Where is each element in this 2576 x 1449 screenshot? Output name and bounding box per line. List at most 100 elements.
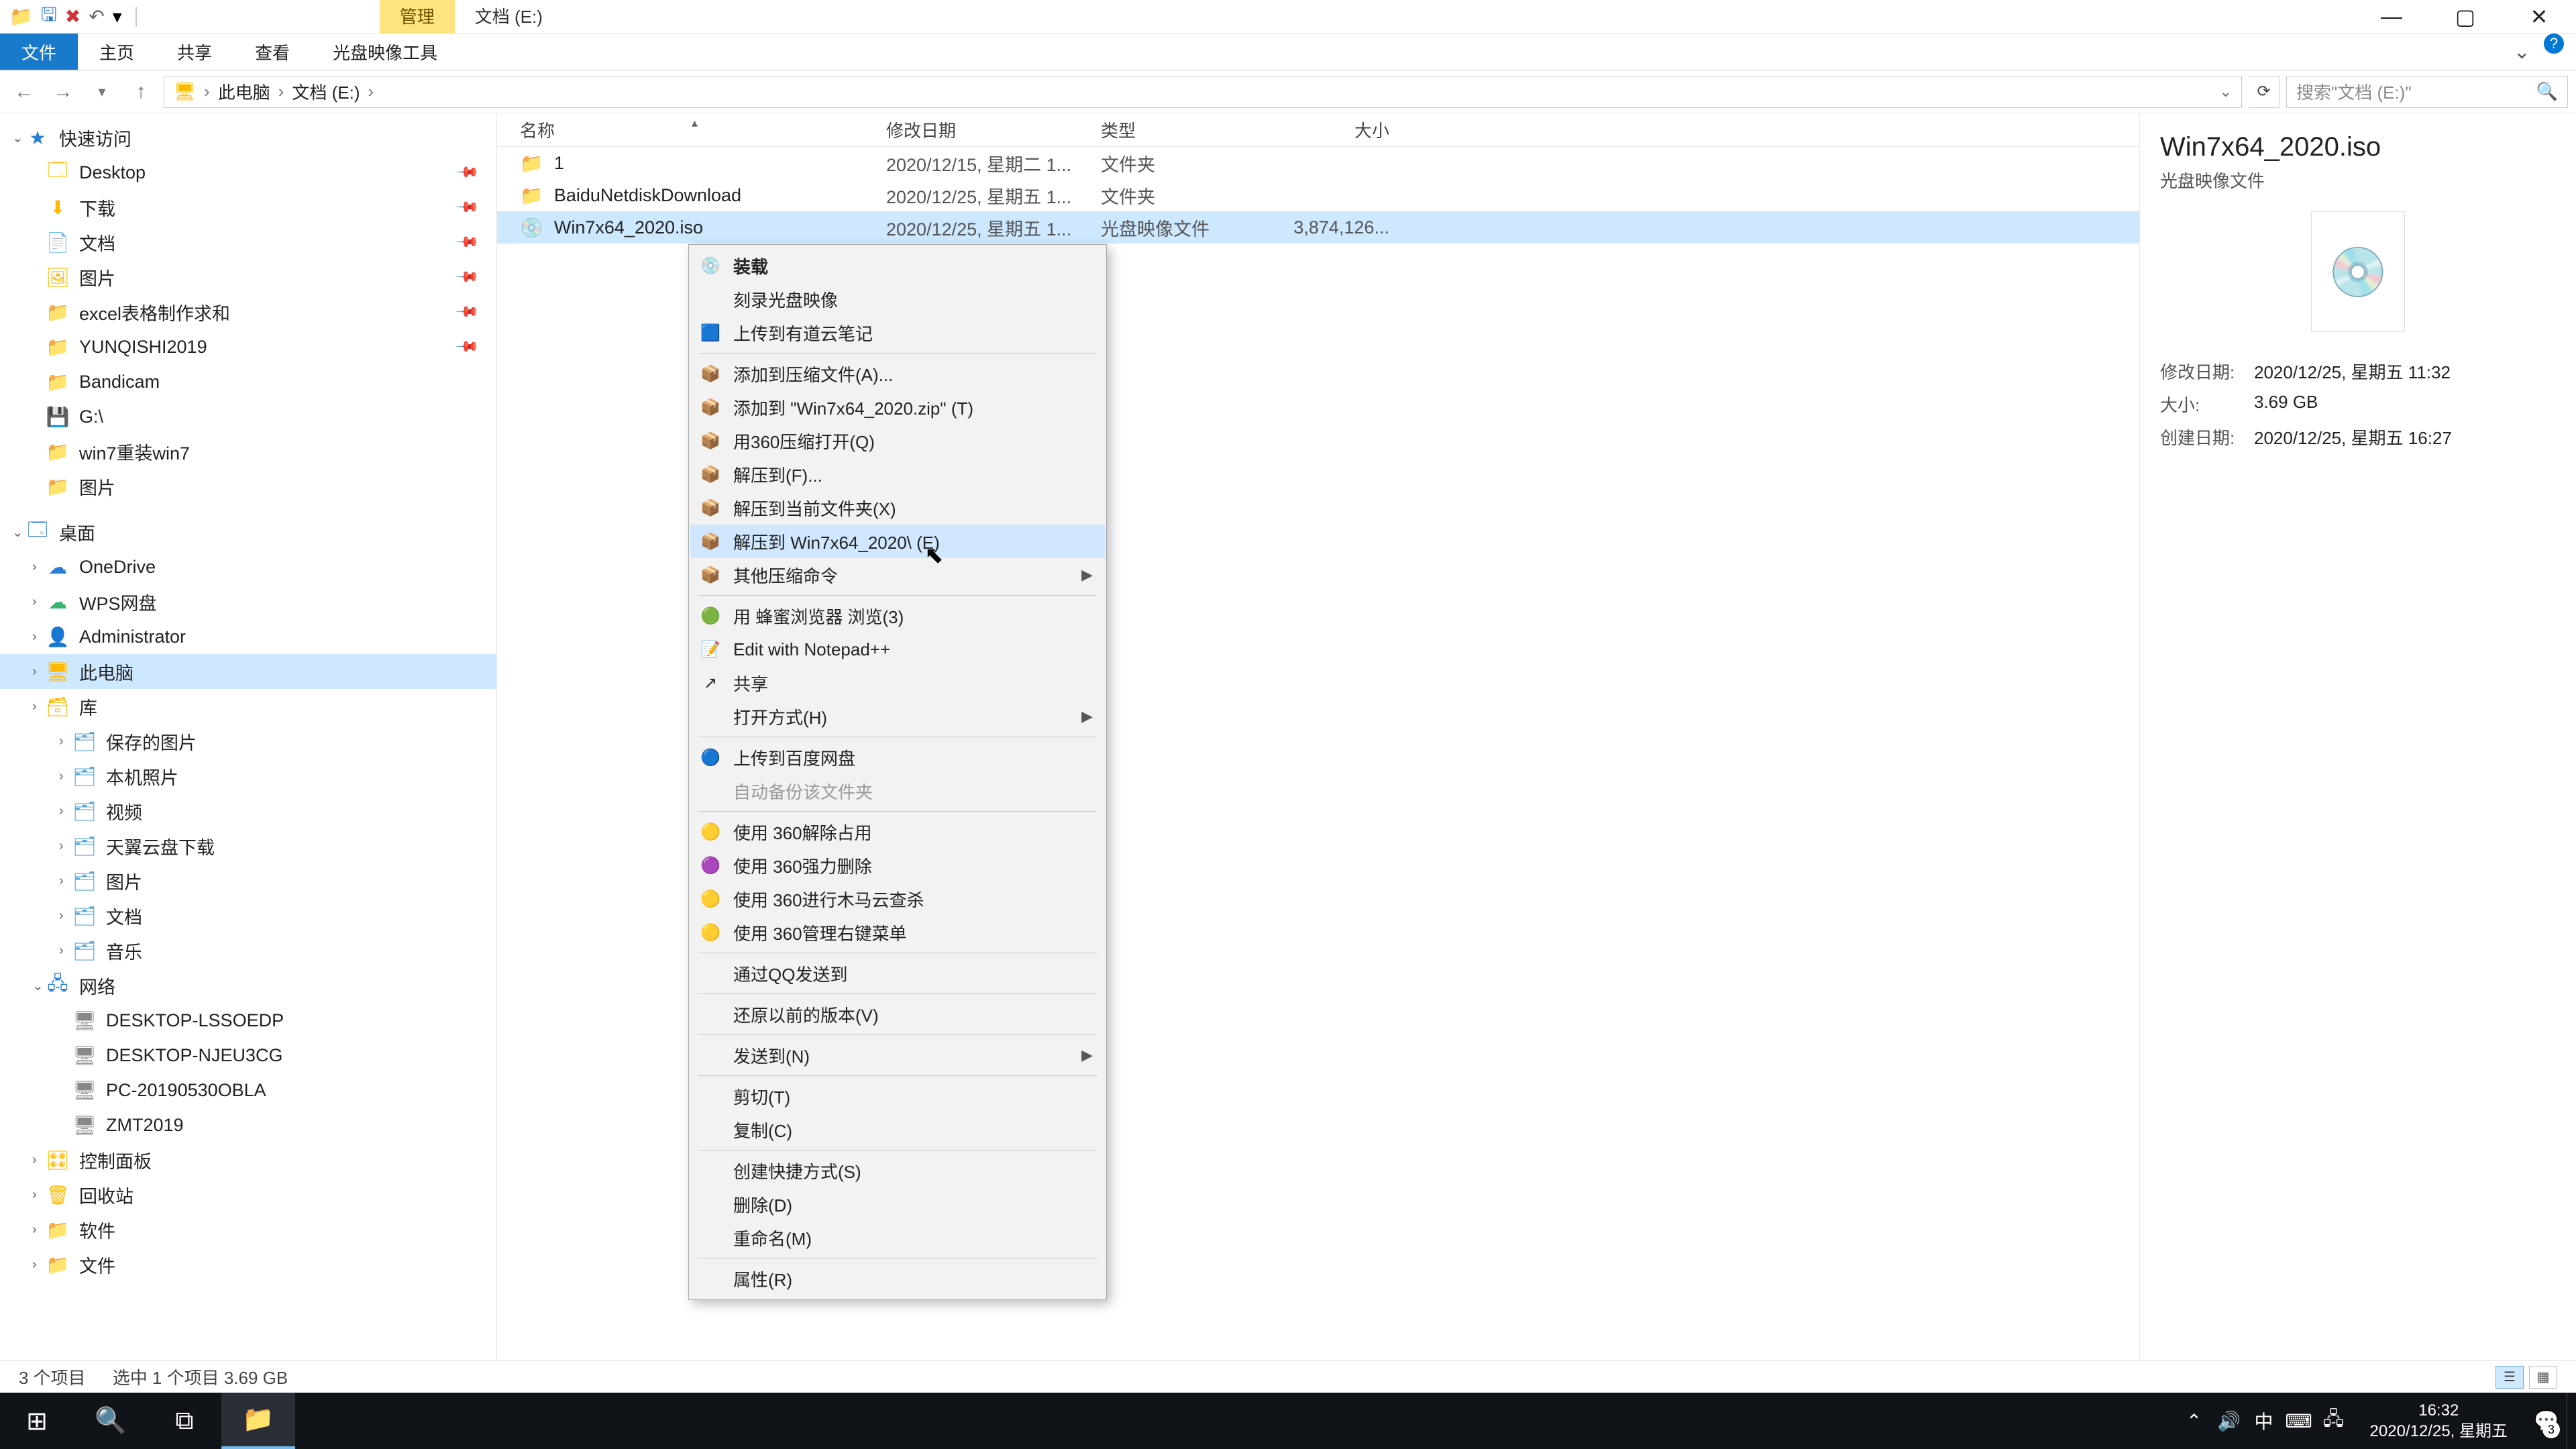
nav-back-button[interactable]: ←	[8, 76, 40, 108]
ribbon-expand-button[interactable]: ⌄	[2500, 34, 2544, 70]
chevron-right-icon[interactable]: ›	[32, 699, 37, 714]
column-name[interactable]: ▴ 名称	[497, 117, 886, 142]
nav-item[interactable]: ›🖥此电脑	[0, 654, 496, 689]
ribbon-tab-file[interactable]: 文件	[0, 34, 78, 70]
context-menu-item[interactable]: 属性(R)	[690, 1262, 1105, 1295]
chevron-right-icon[interactable]: ›	[59, 908, 64, 924]
chevron-down-icon[interactable]: ⌄	[12, 129, 23, 146]
breadcrumb-segment[interactable]: 此电脑	[218, 79, 270, 104]
chevron-right-icon[interactable]: ›	[368, 81, 374, 102]
nav-item[interactable]: 📁图片	[0, 469, 496, 504]
nav-item[interactable]: 📁excel表格制作求和📌	[0, 294, 496, 329]
context-menu-item[interactable]: 📦解压到当前文件夹(X)	[690, 491, 1105, 525]
help-icon[interactable]: ?	[2544, 34, 2564, 54]
context-menu-item[interactable]: 删除(D)	[690, 1187, 1105, 1221]
context-menu-item[interactable]: 🟡使用 360解除占用	[690, 815, 1105, 849]
nav-item[interactable]: 🖼图片📌	[0, 260, 496, 294]
nav-quick-access[interactable]: ⌄ ★ 快速访问	[0, 120, 496, 155]
context-menu-item[interactable]: 📦其他压缩命令▶	[690, 558, 1105, 592]
chevron-right-icon[interactable]: ›	[59, 734, 64, 749]
chevron-right-icon[interactable]: ›	[278, 81, 284, 102]
nav-forward-button[interactable]: →	[47, 76, 79, 108]
context-menu-item[interactable]: 刻录光盘映像	[690, 282, 1105, 316]
nav-item[interactable]: ›👤Administrator	[0, 619, 496, 654]
chevron-right-icon[interactable]: ›	[32, 594, 37, 610]
qat-menu-icon[interactable]: ▾	[113, 5, 122, 28]
action-center-button[interactable]: 💬3	[2526, 1393, 2567, 1449]
nav-item[interactable]: 📁win7重装win7	[0, 434, 496, 469]
taskbar-explorer-button[interactable]: 📁	[221, 1393, 295, 1449]
chevron-right-icon[interactable]: ›	[59, 943, 64, 959]
close-button[interactable]: ✕	[2502, 0, 2576, 37]
column-date[interactable]: 修改日期	[886, 117, 1101, 142]
context-menu-item[interactable]: 🟢用 蜂蜜浏览器 浏览(3)	[690, 599, 1105, 633]
undo-icon[interactable]: ↶	[89, 5, 104, 28]
view-details-button[interactable]: ☰	[2496, 1366, 2524, 1389]
nav-item[interactable]: ›📁软件	[0, 1212, 496, 1247]
nav-item[interactable]: ⬇下载📌	[0, 190, 496, 225]
context-menu-item[interactable]: 🟣使用 360强力删除	[690, 849, 1105, 882]
chevron-right-icon[interactable]: ›	[59, 873, 64, 889]
ribbon-tab-disc-tools[interactable]: 光盘映像工具	[311, 34, 459, 70]
search-input[interactable]: 搜索"文档 (E:)" 🔍	[2286, 76, 2568, 108]
keyboard-icon[interactable]: ⌨	[2282, 1393, 2316, 1449]
chevron-right-icon[interactable]: ›	[32, 629, 37, 645]
nav-item[interactable]: ›☁WPS网盘	[0, 584, 496, 619]
contextual-tab-manage[interactable]: 管理	[380, 0, 455, 34]
context-menu-item[interactable]: 🔵上传到百度网盘	[690, 741, 1105, 774]
chevron-right-icon[interactable]: ›	[32, 1257, 37, 1273]
file-row[interactable]: 📁BaiduNetdiskDownload 2020/12/25, 星期五 1.…	[497, 179, 2139, 211]
nav-item[interactable]: 🖥ZMT2019	[0, 1108, 496, 1142]
nav-up-button[interactable]: ↑	[125, 76, 157, 108]
refresh-button[interactable]: ⟳	[2249, 76, 2279, 108]
nav-item[interactable]: 🗔Desktop📌	[0, 155, 496, 190]
volume-icon[interactable]: 🔊	[2212, 1393, 2247, 1449]
context-menu-item[interactable]: 📦解压到 Win7x64_2020\ (E)	[690, 525, 1105, 558]
show-desktop-button[interactable]	[2567, 1393, 2576, 1449]
ribbon-tab-view[interactable]: 查看	[233, 34, 311, 70]
taskbar-clock[interactable]: 16:32 2020/12/25, 星期五	[2351, 1400, 2526, 1442]
chevron-down-icon[interactable]: ⌄	[32, 977, 44, 994]
view-icons-button[interactable]: ▦	[2529, 1366, 2557, 1389]
file-row[interactable]: 📁1 2020/12/15, 星期二 1... 文件夹	[497, 147, 2139, 179]
file-row[interactable]: 💿Win7x64_2020.iso 2020/12/25, 星期五 1... 光…	[497, 211, 2139, 244]
context-menu-item[interactable]: ↗共享	[690, 666, 1105, 700]
nav-network[interactable]: ⌄ 🖧 网络	[0, 968, 496, 1003]
context-menu-item[interactable]: 📦添加到压缩文件(A)...	[690, 357, 1105, 390]
context-menu-item[interactable]: 💿装载	[690, 249, 1105, 282]
ribbon-tab-share[interactable]: 共享	[156, 34, 233, 70]
context-menu-item[interactable]: 发送到(N)▶	[690, 1038, 1105, 1072]
task-view-button[interactable]: ⧉	[148, 1393, 221, 1449]
network-icon[interactable]: 🖧	[2316, 1393, 2351, 1449]
nav-item[interactable]: ›🗂图片	[0, 863, 496, 898]
nav-history-button[interactable]: ▾	[86, 76, 118, 108]
nav-item[interactable]: 💾G:\	[0, 399, 496, 434]
context-menu-item[interactable]: 🟡使用 360管理右键菜单	[690, 916, 1105, 949]
context-menu-item[interactable]: 🟡使用 360进行木马云查杀	[690, 882, 1105, 916]
chevron-right-icon[interactable]: ›	[59, 804, 64, 819]
breadcrumb-dropdown-icon[interactable]: ⌄	[2220, 83, 2232, 101]
nav-item[interactable]: ›☁OneDrive	[0, 549, 496, 584]
chevron-right-icon[interactable]: ›	[32, 1187, 37, 1203]
context-menu-item[interactable]: 📦解压到(F)...	[690, 458, 1105, 491]
chevron-right-icon[interactable]: ›	[32, 664, 37, 680]
save-icon[interactable]: 🖫	[41, 1, 57, 33]
column-type[interactable]: 类型	[1101, 117, 1282, 142]
context-menu-item[interactable]: 📦添加到 "Win7x64_2020.zip" (T)	[690, 390, 1105, 424]
nav-item[interactable]: ›🗑回收站	[0, 1177, 496, 1212]
nav-item[interactable]: ›🗂视频	[0, 794, 496, 828]
column-size[interactable]: 大小	[1282, 117, 1430, 142]
nav-item[interactable]: 🖥PC-20190530OBLA	[0, 1073, 496, 1108]
ime-icon[interactable]: 中	[2247, 1393, 2282, 1449]
chevron-right-icon[interactable]: ›	[32, 1152, 37, 1168]
context-menu-item[interactable]: 📝Edit with Notepad++	[690, 633, 1105, 666]
tray-overflow-icon[interactable]: ⌃	[2177, 1393, 2212, 1449]
nav-item[interactable]: ›🗂天翼云盘下载	[0, 828, 496, 863]
nav-item[interactable]: 🖥DESKTOP-LSSOEDP	[0, 1003, 496, 1038]
delete-icon[interactable]: ✖	[65, 5, 80, 28]
ribbon-tab-home[interactable]: 主页	[78, 34, 156, 70]
nav-item[interactable]: 📄文档📌	[0, 225, 496, 260]
context-menu-item[interactable]: 🟦上传到有道云笔记	[690, 316, 1105, 350]
chevron-right-icon[interactable]: ›	[32, 1222, 37, 1238]
chevron-right-icon[interactable]: ›	[59, 839, 64, 854]
